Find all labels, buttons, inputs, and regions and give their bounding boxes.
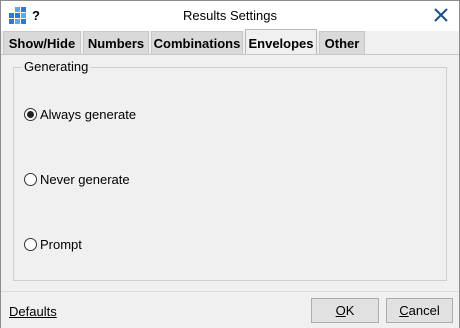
option-label: Prompt — [40, 237, 82, 252]
generating-group: Generating Always generate Never generat… — [13, 59, 447, 281]
tab-envelopes[interactable]: Envelopes — [245, 29, 317, 56]
tab-combinations[interactable]: Combinations — [151, 31, 243, 54]
tab-numbers[interactable]: Numbers — [83, 31, 149, 54]
cancel-mnemonic: C — [399, 303, 409, 318]
option-label: Always generate — [40, 107, 137, 122]
radio-never-generate[interactable] — [24, 173, 37, 186]
defaults-link[interactable]: Defaults — [9, 304, 57, 319]
tab-strip: Show/Hide Numbers Combinations Envelopes… — [1, 29, 459, 56]
dialog-footer: Defaults OK Cancel — [1, 291, 459, 328]
option-always-generate[interactable]: Always generate — [24, 107, 136, 122]
cancel-button[interactable]: Cancel — [386, 298, 453, 323]
option-label: Never generate — [40, 172, 130, 187]
close-icon[interactable] — [429, 3, 453, 27]
option-prompt[interactable]: Prompt — [24, 237, 82, 252]
tab-show-hide[interactable]: Show/Hide — [3, 31, 81, 54]
group-title: Generating — [22, 59, 91, 74]
cancel-label-rest: ancel — [408, 303, 440, 318]
radio-prompt[interactable] — [24, 238, 37, 251]
ok-button[interactable]: OK — [311, 298, 379, 323]
option-never-generate[interactable]: Never generate — [24, 172, 130, 187]
title-bar: ? Results Settings — [1, 1, 459, 31]
results-settings-dialog: ? Results Settings Show/Hide Numbers Com… — [0, 0, 460, 328]
ok-mnemonic: O — [335, 303, 346, 318]
ok-label-rest: K — [345, 303, 355, 318]
window-title: Results Settings — [183, 8, 277, 23]
envelopes-panel: Generating Always generate Never generat… — [1, 55, 459, 291]
radio-always-generate[interactable] — [24, 108, 37, 121]
tab-other[interactable]: Other — [319, 31, 365, 54]
